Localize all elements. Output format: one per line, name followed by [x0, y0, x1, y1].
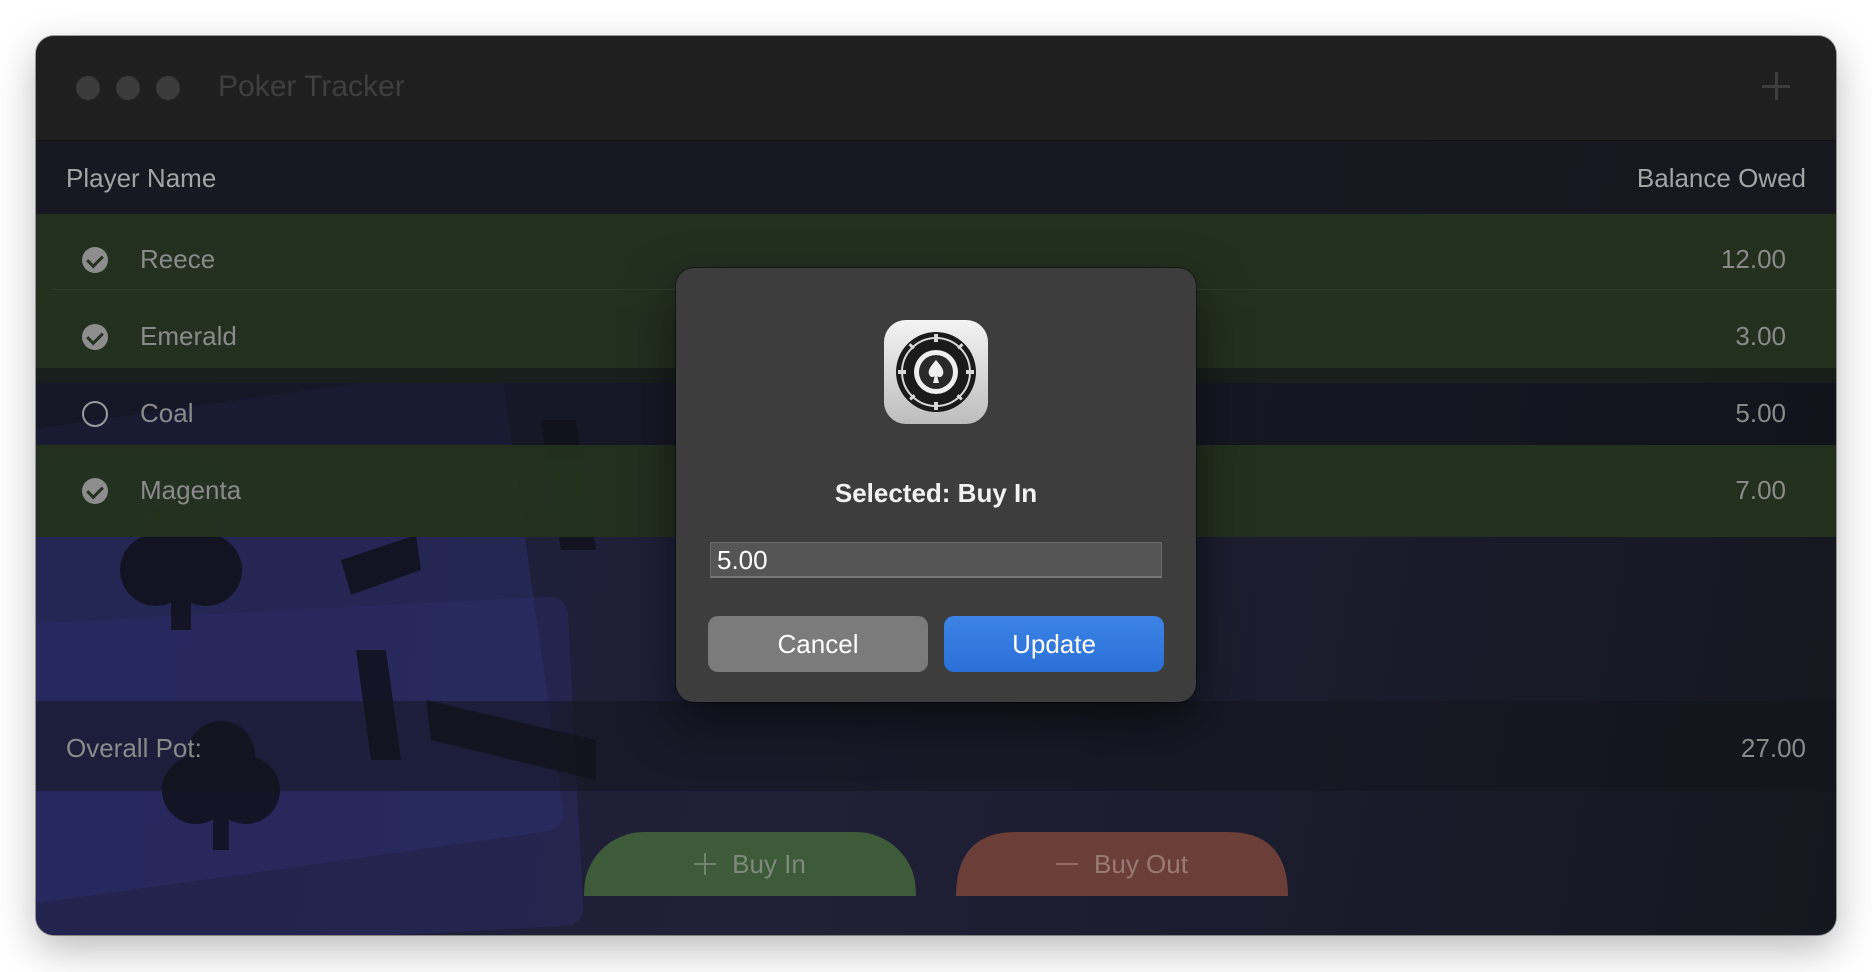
title-bar: Poker Tracker: [36, 36, 1836, 141]
cancel-button[interactable]: Cancel: [708, 616, 928, 672]
buy-in-button[interactable]: Buy In: [584, 832, 916, 896]
minimize-window-button[interactable]: [116, 76, 140, 100]
player-name: Reece: [140, 244, 216, 274]
add-player-plus-icon[interactable]: [1756, 66, 1796, 106]
buy-in-dialog: Selected: Buy In 5.00 Cancel Update: [676, 268, 1196, 702]
zoom-window-button[interactable]: [156, 76, 180, 100]
player-name: Emerald: [140, 321, 237, 351]
update-button[interactable]: Update: [944, 616, 1164, 672]
poker-chip-icon: [884, 320, 988, 424]
buy-in-label: Buy In: [732, 848, 806, 879]
table-header: Player Name Balance Owed: [36, 141, 1836, 214]
minus-icon: [1056, 863, 1078, 865]
player-name: Coal: [140, 398, 194, 428]
window-title: Poker Tracker: [218, 70, 405, 103]
player-balance: 3.00: [1735, 321, 1786, 351]
empty-circle-icon[interactable]: [82, 401, 108, 427]
amount-input[interactable]: 5.00: [710, 542, 1162, 578]
player-balance: 7.00: [1735, 475, 1786, 505]
player-balance: 12.00: [1720, 244, 1786, 274]
checkmark-icon[interactable]: [82, 478, 108, 504]
overall-pot-label: Overall Pot:: [66, 733, 202, 763]
app-window: Poker Tracker Player Name Balance Owed R…: [36, 36, 1836, 935]
close-window-button[interactable]: [76, 76, 100, 100]
column-header-player-name[interactable]: Player Name: [66, 163, 216, 194]
plus-icon: [694, 853, 716, 875]
checkmark-icon[interactable]: [82, 247, 108, 273]
overall-pot-value: 27.00: [1740, 733, 1806, 763]
buy-out-label: Buy Out: [1094, 848, 1188, 879]
column-header-balance-owed[interactable]: Balance Owed: [1637, 163, 1806, 194]
buy-out-button[interactable]: Buy Out: [956, 832, 1288, 896]
overall-pot-bar: Overall Pot: 27.00: [36, 701, 1836, 791]
player-name: Magenta: [140, 475, 242, 505]
player-balance: 5.00: [1735, 398, 1786, 428]
dialog-title: Selected: Buy In: [834, 478, 1038, 508]
checkmark-icon[interactable]: [82, 324, 108, 350]
